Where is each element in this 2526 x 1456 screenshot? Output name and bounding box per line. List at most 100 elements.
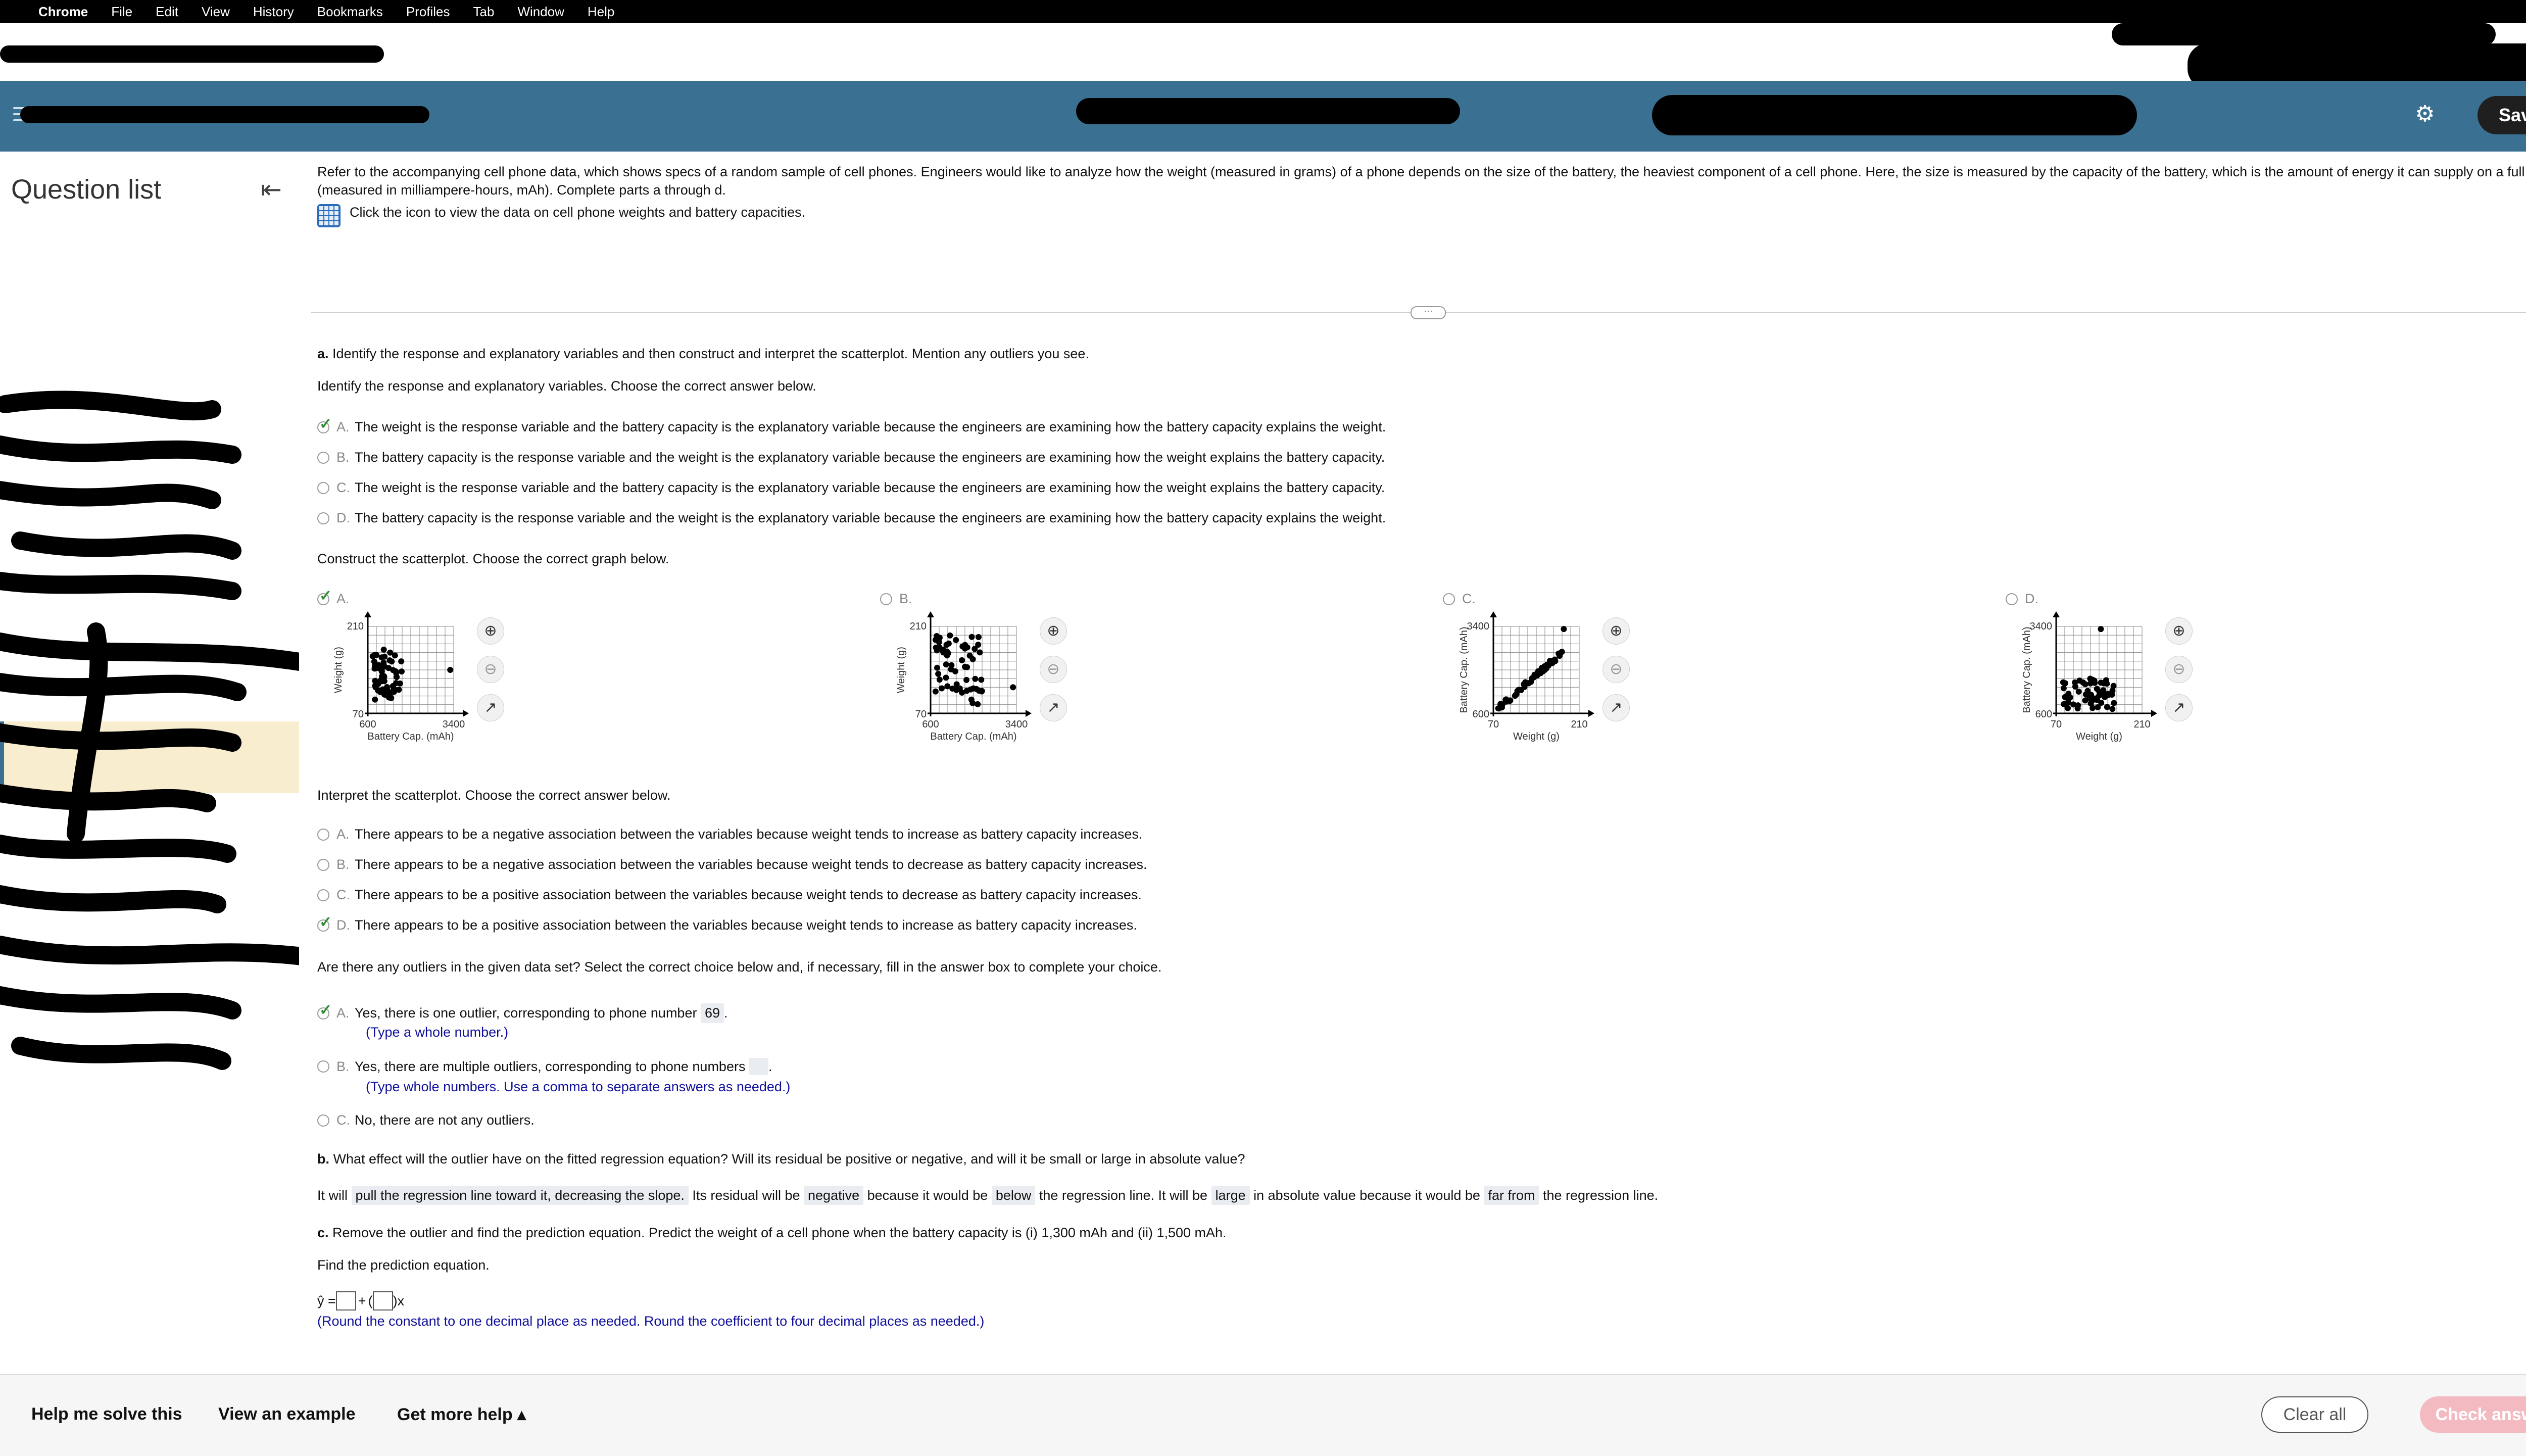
y-min-label: 70: [915, 709, 927, 720]
q4-option-c[interactable]: C. No, there are not any outliers.: [317, 1112, 535, 1128]
q3-option-a[interactable]: A. There appears to be a negative associ…: [317, 827, 1142, 842]
menu-chrome[interactable]: Chrome: [38, 4, 88, 20]
radio-button[interactable]: [317, 858, 329, 871]
zoom-in-icon[interactable]: ⊕: [477, 617, 504, 645]
radio-button[interactable]: [317, 913, 332, 932]
graph-option-c[interactable]: C. 3400 600 70 210 Weight (g) Battery Cap. (m…: [1443, 591, 1630, 763]
q3-option-d[interactable]: D. There appears to be a positive associ…: [317, 913, 1137, 933]
data-link-text[interactable]: Click the icon to view the data on cell …: [350, 203, 805, 221]
graph-option-b[interactable]: B. 210 70 600 3400 Battery Cap. (mAh) Weight …: [880, 591, 1067, 763]
radio-button[interactable]: [317, 828, 329, 841]
menu-file[interactable]: File: [111, 4, 132, 20]
x-axis-title: Battery Cap. (mAh): [367, 731, 454, 742]
menu-help[interactable]: Help: [588, 4, 614, 20]
q3-option-b[interactable]: B. There appears to be a negative associ…: [317, 857, 1147, 872]
option-text: No, there are not any outliers.: [355, 1112, 535, 1128]
q1-option-d[interactable]: D. The battery capacity is the response …: [317, 510, 1386, 526]
data-point: [953, 637, 959, 643]
menu-bookmarks[interactable]: Bookmarks: [317, 4, 383, 20]
q4-option-a[interactable]: A. Yes, there is one outlier, correspond…: [317, 1001, 728, 1023]
q1-option-b[interactable]: B. The battery capacity is the response …: [317, 450, 1385, 465]
get-more-help-button[interactable]: Get more help ▴: [397, 1404, 526, 1425]
outliers-answer-box[interactable]: [749, 1058, 768, 1075]
data-point: [447, 667, 454, 673]
data-point: [964, 664, 970, 670]
option-letter: B.: [336, 857, 350, 872]
zoom-in-icon[interactable]: ⊕: [1602, 617, 1630, 645]
data-table-icon[interactable]: [317, 204, 341, 227]
coefficient-input[interactable]: [372, 1291, 393, 1311]
q1-option-c[interactable]: C. The weight is the response variable a…: [317, 480, 1385, 496]
option-text: There appears to be a negative associati…: [355, 857, 1147, 872]
gear-icon[interactable]: ⚙: [2413, 102, 2437, 126]
collapse-sidebar-icon[interactable]: ⇤: [261, 175, 282, 204]
radio-button[interactable]: [317, 481, 329, 494]
radio-button[interactable]: [317, 1001, 332, 1020]
help-me-solve-button[interactable]: Help me solve this: [31, 1404, 182, 1424]
residual-sign-dropdown[interactable]: negative: [804, 1186, 864, 1205]
data-point: [936, 676, 943, 683]
x-axis-arrow: [463, 710, 469, 717]
distance-dropdown[interactable]: far from: [1484, 1186, 1539, 1205]
menu-history[interactable]: History: [253, 4, 294, 20]
radio-button[interactable]: [317, 889, 329, 901]
intro-text: Refer to the accompanying cell phone dat…: [317, 164, 2526, 198]
radio-button[interactable]: [317, 451, 329, 464]
effect-dropdown[interactable]: pull the regression line toward it, decr…: [351, 1186, 689, 1205]
menu-window[interactable]: Window: [517, 4, 564, 20]
data-point: [979, 688, 985, 695]
zoom-in-icon[interactable]: ⊕: [2165, 617, 2193, 645]
zoom-in-icon[interactable]: ⊕: [1040, 617, 1067, 645]
menu-edit[interactable]: Edit: [156, 4, 178, 20]
radio-button[interactable]: [317, 415, 332, 433]
zoom-out-icon[interactable]: ⊖: [1040, 656, 1067, 683]
open-new-window-icon[interactable]: ↗: [1040, 694, 1067, 721]
data-point: [1561, 626, 1567, 633]
sentence-text: because it would be: [867, 1188, 988, 1203]
y-max-label: 3400: [2030, 621, 2053, 632]
q4-option-b[interactable]: B. Yes, there are multiple outliers, cor…: [317, 1058, 772, 1075]
menu-view[interactable]: View: [202, 4, 230, 20]
size-dropdown[interactable]: large: [1211, 1186, 1250, 1205]
q1-option-a[interactable]: A. The weight is the response variable a…: [317, 415, 1386, 435]
check-answer-button[interactable]: Check answer: [2420, 1396, 2526, 1433]
x-min-label: 600: [359, 719, 376, 730]
menu-tab[interactable]: Tab: [473, 4, 495, 20]
radio-button[interactable]: [317, 1114, 329, 1127]
q3-option-c[interactable]: C. There appears to be a positive associ…: [317, 887, 1142, 903]
radio-button[interactable]: [880, 593, 892, 605]
open-new-window-icon[interactable]: ↗: [1602, 694, 1630, 721]
data-point: [2082, 681, 2088, 688]
divider-resize-handle[interactable]: ···: [1411, 306, 1446, 319]
data-point: [1516, 687, 1522, 693]
menu-profiles[interactable]: Profiles: [406, 4, 450, 20]
radio-button[interactable]: [1443, 593, 1455, 605]
constant-input[interactable]: [335, 1291, 356, 1311]
y-min-label: 600: [2035, 709, 2052, 720]
radio-button[interactable]: [317, 1060, 329, 1073]
graph-option-d[interactable]: D. 3400 600 70 210 Weight (g) Battery Cap. (m…: [2006, 591, 2193, 763]
data-point: [1521, 681, 1528, 687]
part-a-text: Identify the response and explanatory va…: [332, 346, 1089, 361]
radio-button[interactable]: [317, 512, 329, 524]
open-new-window-icon[interactable]: ↗: [2165, 694, 2193, 721]
radio-button[interactable]: [317, 587, 332, 605]
save-button[interactable]: Save: [2478, 96, 2526, 134]
position-dropdown[interactable]: below: [991, 1186, 1036, 1205]
clear-all-button[interactable]: Clear all: [2261, 1396, 2368, 1433]
data-point: [959, 689, 965, 696]
part-b-prompt: b. What effect will the outlier have on …: [317, 1150, 1245, 1168]
zoom-out-icon[interactable]: ⊖: [477, 656, 504, 683]
outlier-answer-box[interactable]: 69: [700, 1003, 724, 1023]
zoom-out-icon[interactable]: ⊖: [1602, 656, 1630, 683]
part-b-text: What effect will the outlier have on the…: [333, 1151, 1245, 1167]
option-text: There appears to be a positive associati…: [355, 917, 1137, 933]
radio-button[interactable]: [2006, 593, 2018, 605]
data-point: [2072, 683, 2078, 690]
graph-option-a[interactable]: A. 210 70600 3400Battery Cap. (mAh) Weight …: [317, 587, 504, 763]
open-new-window-icon[interactable]: ↗: [477, 694, 504, 721]
zoom-out-icon[interactable]: ⊖: [2165, 656, 2193, 683]
data-point: [934, 664, 941, 671]
option-letter: B.: [336, 1058, 350, 1074]
view-example-button[interactable]: View an example: [218, 1404, 356, 1424]
